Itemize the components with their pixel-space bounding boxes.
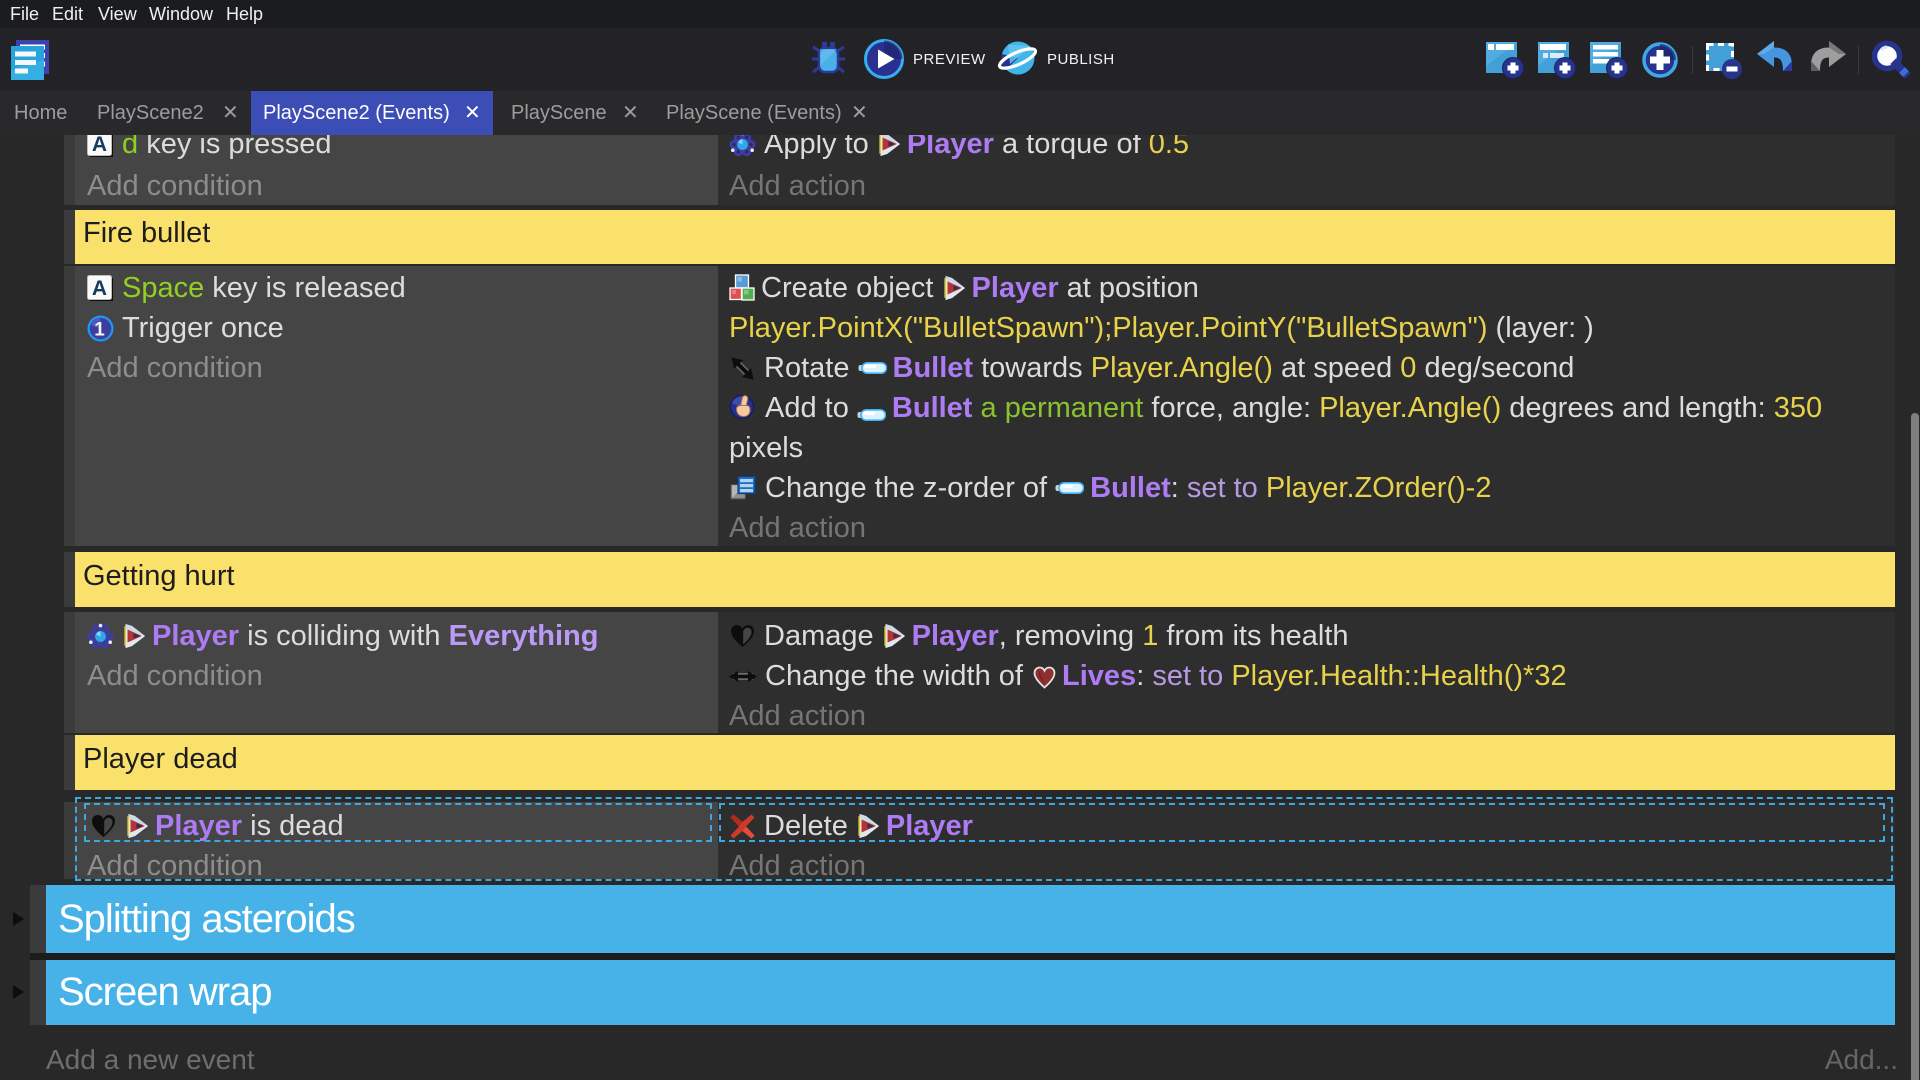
svg-text:A: A [92, 277, 107, 300]
svg-text:1: 1 [94, 319, 105, 340]
svg-text:A: A [92, 135, 107, 156]
